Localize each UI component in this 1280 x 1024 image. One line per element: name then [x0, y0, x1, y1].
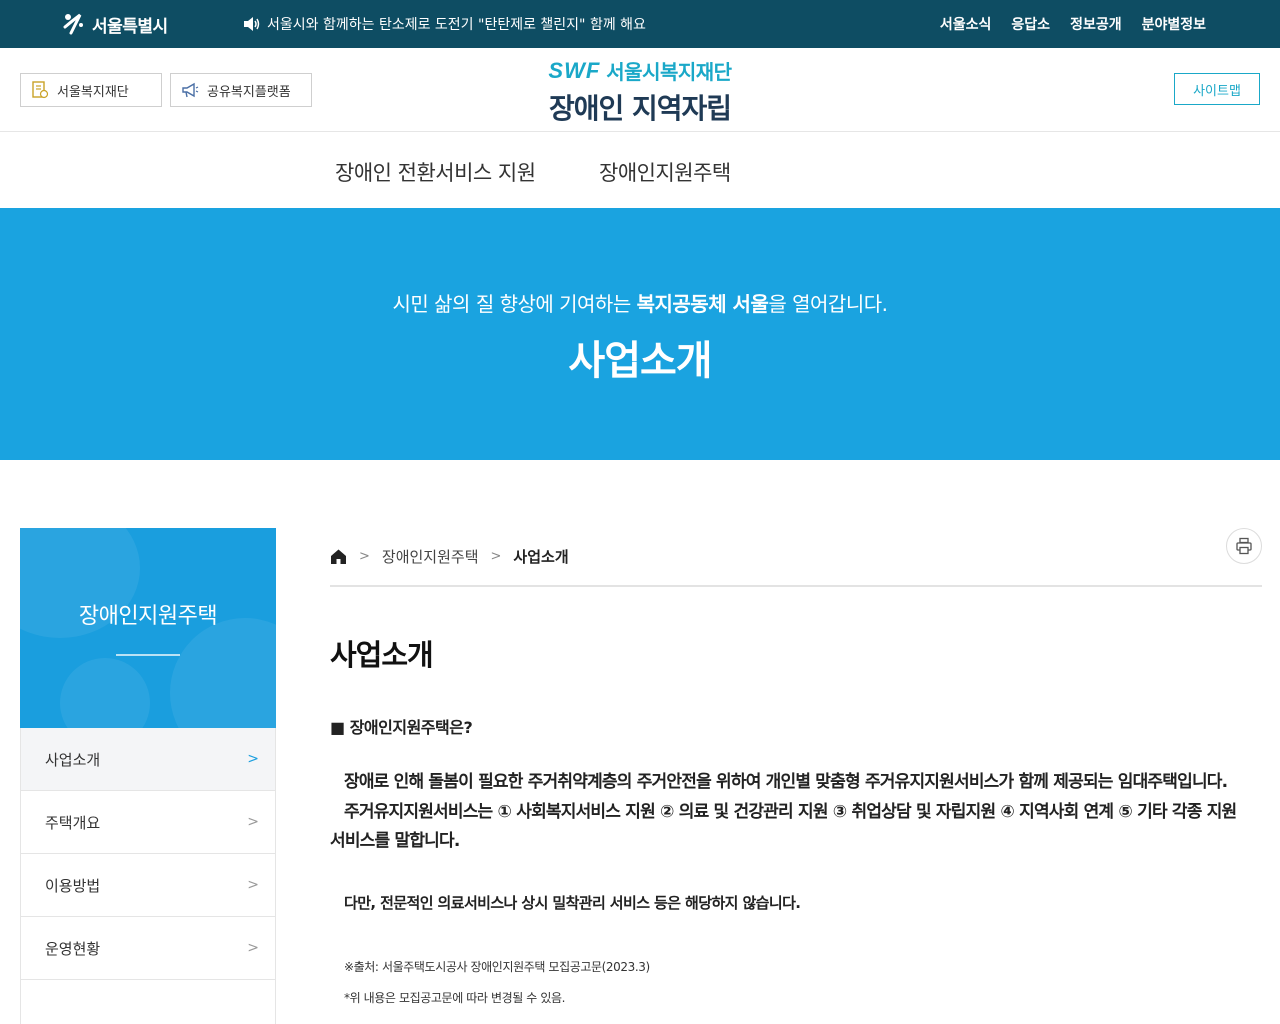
- top-links: 서울소식 응답소 정보공개 분야별정보: [940, 14, 1206, 34]
- page-title: 사업소개: [330, 638, 434, 672]
- slogan-bold: 복지공동체 서울: [636, 292, 769, 316]
- section-heading: ■ 장애인지원주택은?: [330, 718, 473, 737]
- slogan-pre: 시민 삶의 질 향상에 기여하는: [392, 292, 637, 316]
- chevron-right-icon: >: [247, 940, 259, 956]
- chevron-right-icon: >: [247, 877, 259, 893]
- top-bar: 서울특별시 서울시와 함께하는 탄소제로 도전기 "탄탄제로 챌린지" 함께 해…: [0, 0, 1280, 48]
- header-divider: [330, 585, 1262, 587]
- breadcrumb-current: 사업소개: [513, 548, 569, 566]
- home-icon[interactable]: [330, 548, 347, 565]
- hero-banner: 시민 삶의 질 향상에 기여하는 복지공동체 서울을 열어갑니다. 사업소개: [0, 208, 1280, 460]
- brand-org: SWF 서울시복지재단: [548, 56, 732, 85]
- side-menu-divider: [116, 654, 180, 656]
- banner-slogan: 시민 삶의 질 향상에 기여하는 복지공동체 서울을 열어갑니다.: [0, 288, 1280, 317]
- side-menu-header: 장애인지원주택: [20, 528, 276, 728]
- side-item-housing-overview[interactable]: 주택개요 >: [21, 791, 275, 854]
- site-header: 서울복지재단 공유복지플랫폼 SWF 서울시복지재단 장애인 지역자립 사이트맵: [0, 48, 1280, 132]
- side-menu-list: 사업소개 > 주택개요 > 이용방법 > 운영현황 >: [20, 728, 276, 1024]
- chevron-right-icon: >: [247, 751, 259, 767]
- chevron-right-icon: >: [490, 549, 502, 564]
- chevron-right-icon: >: [247, 814, 259, 830]
- top-link-field-info[interactable]: 분야별정보: [1142, 14, 1206, 34]
- paragraph-line: 서비스를 말합니다.: [330, 831, 460, 851]
- brand-logo[interactable]: SWF 서울시복지재단 장애인 지역자립: [0, 56, 1280, 127]
- chevron-right-icon: >: [359, 549, 370, 564]
- main-nav: 장애인 전환서비스 지원 장애인지원주택: [0, 133, 1280, 208]
- top-link-info-disclosure[interactable]: 정보공개: [1070, 14, 1122, 34]
- breadcrumb-level1[interactable]: 장애인지원주택: [382, 546, 479, 567]
- side-item-label: 사업소개: [45, 750, 101, 769]
- brand-mark: SWF: [548, 57, 601, 83]
- print-icon: [1236, 537, 1252, 555]
- side-menu-title: 장애인지원주택: [78, 604, 218, 629]
- speaker-icon: [244, 17, 260, 31]
- seoul-city-logo[interactable]: 서울특별시: [62, 10, 168, 38]
- print-button[interactable]: [1226, 528, 1262, 564]
- side-item-label: 운영현황: [45, 939, 101, 958]
- side-item-label: 이용방법: [45, 876, 101, 895]
- banner-title: 사업소개: [568, 338, 712, 384]
- decor-blob: [170, 618, 276, 728]
- decor-blob: [60, 658, 150, 728]
- slogan-post: 을 열어갑니다.: [768, 292, 888, 316]
- side-menu: 장애인지원주택 사업소개 > 주택개요 > 이용방법 > 운영현황 >: [20, 528, 276, 1024]
- disclaimer-note: *위 내용은 모집공고문에 따라 변경될 수 있음.: [344, 991, 566, 1005]
- brand-org-name: 서울시복지재단: [606, 60, 732, 84]
- city-name: 서울특별시: [92, 16, 168, 37]
- paragraph-line: 주거유지지원서비스는 ① 사회복지서비스 지원 ② 의료 및 건강관리 지원 ③…: [344, 801, 1237, 822]
- exception-note: 다만, 전문적인 의료서비스나 상시 밀착관리 서비스 등은 해당하지 않습니다…: [344, 894, 801, 912]
- breadcrumb: > 장애인지원주택 > 사업소개: [330, 546, 569, 567]
- sitemap-button[interactable]: 사이트맵: [1174, 73, 1260, 105]
- side-menu-spacer: [21, 980, 275, 1024]
- top-link-seoul-news[interactable]: 서울소식: [940, 14, 992, 34]
- paragraph-line: 장애로 인해 돌봄이 필요한 주거취약계층의 주거안전을 위하여 개인별 맞춤형…: [344, 772, 1228, 792]
- top-link-eungdapso[interactable]: 응답소: [1011, 14, 1050, 34]
- source-note: ※출처: 서울주택도시공사 장애인지원주택 모집공고문(2023.3): [344, 960, 650, 974]
- nav-item-support-housing[interactable]: 장애인지원주택: [599, 157, 731, 187]
- seoul-logo-icon: [63, 13, 83, 35]
- notice-banner[interactable]: 서울시와 함께하는 탄소제로 도전기 "탄탄제로 챌린지" 함께 해요: [243, 14, 646, 34]
- intro-paragraph: 장애로 인해 돌봄이 필요한 주거취약계층의 주거안전을 위하여 개인별 맞춤형…: [330, 768, 1262, 857]
- nav-item-transition-service[interactable]: 장애인 전환서비스 지원: [335, 157, 536, 187]
- side-item-how-to-use[interactable]: 이용방법 >: [21, 854, 275, 917]
- side-item-intro[interactable]: 사업소개 >: [21, 728, 275, 791]
- side-item-operation-status[interactable]: 운영현황 >: [21, 917, 275, 980]
- side-item-label: 주택개요: [45, 813, 101, 832]
- brand-title: 장애인 지역자립: [548, 92, 732, 125]
- notice-text: 서울시와 함께하는 탄소제로 도전기 "탄탄제로 챌린지" 함께 해요: [267, 17, 646, 33]
